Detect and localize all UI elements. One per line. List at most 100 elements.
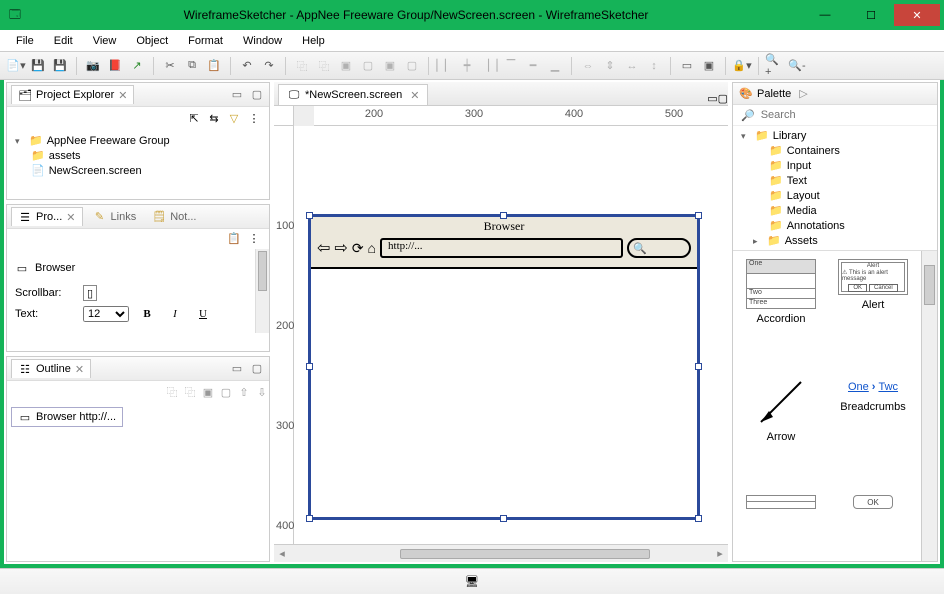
bold-button[interactable]: B [137,305,157,323]
view-menu-button[interactable]: ⋮ [247,111,261,125]
save-all-button[interactable]: 💾 [50,56,70,76]
filter-button[interactable]: ▽ [227,111,241,125]
close-icon[interactable]: ✕ [66,211,75,224]
palette-scrollbar[interactable] [921,251,937,561]
menu-object[interactable]: Object [128,33,176,49]
space-h-button[interactable]: ↔ [622,56,642,76]
share-button[interactable]: ↗ [127,56,147,76]
save-button[interactable]: 💾 [28,56,48,76]
palette-item-next1[interactable] [739,495,823,553]
palette-cat-annotations[interactable]: Annotations [737,218,933,233]
select-tool-button[interactable]: ▭ [677,56,697,76]
distribute-h-button[interactable]: ⇔ [578,56,598,76]
palette-cat-input[interactable]: Input [737,158,933,173]
cut-button[interactable]: ✂ [160,56,180,76]
menu-help[interactable]: Help [294,33,333,49]
outline-btn6[interactable]: ⇩ [255,385,269,399]
scrollbar-value-button[interactable]: ▯ [83,285,97,301]
align-bottom-button[interactable]: ▁ [545,56,565,76]
space-v-button[interactable]: ↕ [644,56,664,76]
perspective-icon[interactable]: 🖥 [465,575,479,589]
maximize-editor-button[interactable]: ▢ [718,92,728,105]
editor-tab[interactable]: 🖵 *NewScreen.screen ✕ [278,84,428,105]
paste-button[interactable]: 📋 [204,56,224,76]
new-note-button[interactable]: 📋 [227,231,241,245]
caret-icon[interactable] [753,235,763,247]
menu-window[interactable]: Window [235,33,290,49]
palette-search-input[interactable] [759,107,933,123]
link-editor-button[interactable]: ⇆ [207,111,221,125]
collapse-all-button[interactable]: ⇱ [187,111,201,125]
properties-scrollbar[interactable] [255,249,269,333]
palette-cat-containers[interactable]: Containers [737,143,933,158]
ungroup-button[interactable]: ⿻ [314,56,334,76]
maximize-button[interactable]: ☐ [848,4,894,26]
bring-forward-button[interactable]: ▣ [380,56,400,76]
menu-edit[interactable]: Edit [46,33,81,49]
send-back-button[interactable]: ▢ [358,56,378,76]
close-icon[interactable]: ✕ [118,89,127,102]
project-explorer-tab[interactable]: 🗂 Project Explorer ✕ [11,85,134,104]
select-all-button[interactable]: ▣ [699,56,719,76]
font-size-select[interactable]: 12 [83,306,129,322]
menu-file[interactable]: File [8,33,42,49]
minimize-button[interactable]: — [802,4,848,26]
palette-cat-text[interactable]: Text [737,173,933,188]
menu-format[interactable]: Format [180,33,231,49]
palette-item-breadcrumbs[interactable]: One›Twc Breadcrumbs [831,377,915,487]
minimize-editor-button[interactable]: ▭ [707,92,717,105]
caret-icon[interactable] [741,130,751,142]
palette-collapse-icon[interactable]: ▷ [799,87,807,100]
tree-folder-assets[interactable]: assets [13,148,263,163]
menu-view[interactable]: View [85,33,125,49]
palette-item-accordion[interactable]: OneTwoThree Accordion [739,259,823,369]
distribute-v-button[interactable]: ⇕ [600,56,620,76]
undo-button[interactable]: ↶ [237,56,257,76]
minimize-view-button[interactable]: ▭ [229,361,245,377]
screenshot-button[interactable]: 📷 [83,56,103,76]
palette-cat-media[interactable]: Media [737,203,933,218]
palette-item-alert[interactable]: Alert⚠ This is an alert messageOKCancel … [831,259,915,369]
caret-icon[interactable] [15,135,25,147]
close-button[interactable]: ✕ [894,4,940,26]
close-icon[interactable]: ✕ [75,363,84,376]
palette-item-arrow[interactable]: Arrow [739,377,823,487]
outline-btn3[interactable]: ▣ [201,385,215,399]
tree-file-newscreen[interactable]: NewScreen.screen [13,163,263,178]
palette-library[interactable]: Library [737,128,933,143]
align-middle-button[interactable]: ━ [523,56,543,76]
browser-widget[interactable]: Browser ⇦ ⇨ ⟳ ⌂ http://... 🔍 [308,214,700,520]
italic-button[interactable]: I [165,305,185,323]
close-icon[interactable]: ✕ [410,89,419,102]
new-dropdown-button[interactable]: 📄▾ [6,56,26,76]
outline-btn4[interactable]: ▢ [219,385,233,399]
notes-tab[interactable]: 🗒 Not... [146,208,202,226]
align-right-button[interactable]: ▕▕ [479,56,499,76]
palette-cat-layout[interactable]: Layout [737,188,933,203]
copy-button[interactable]: ⧉ [182,56,202,76]
underline-button[interactable]: U [193,305,213,323]
export-pdf-button[interactable]: 📕 [105,56,125,76]
zoom-in-button[interactable]: 🔍+ [765,56,785,76]
palette-item-next2[interactable]: OK [831,495,915,553]
align-center-button[interactable]: ┿ [457,56,477,76]
view-menu-button[interactable]: ⋮ [247,231,261,245]
outline-btn1[interactable]: ⿻ [165,385,179,399]
maximize-view-button[interactable]: ▢ [249,87,265,103]
tree-project-root[interactable]: AppNee Freeware Group [13,133,263,148]
align-top-button[interactable]: ▔ [501,56,521,76]
maximize-view-button[interactable]: ▢ [249,361,265,377]
properties-tab[interactable]: ☰ Pro... ✕ [11,207,83,226]
palette-assets[interactable]: Assets [737,233,933,248]
redo-button[interactable]: ↷ [259,56,279,76]
outline-tab[interactable]: ☷ Outline ✕ [11,359,91,378]
lock-button[interactable]: 🔒▾ [732,56,752,76]
editor-canvas[interactable]: Browser ⇦ ⇨ ⟳ ⌂ http://... 🔍 [294,126,728,544]
minimize-view-button[interactable]: ▭ [229,87,245,103]
zoom-out-button[interactable]: 🔍- [787,56,807,76]
outline-btn5[interactable]: ⇧ [237,385,251,399]
align-left-button[interactable]: ▏▏ [435,56,455,76]
send-backward-button[interactable]: ▢ [402,56,422,76]
outline-item-browser[interactable]: ▭ Browser http://... [11,407,123,427]
outline-btn2[interactable]: ⿻ [183,385,197,399]
